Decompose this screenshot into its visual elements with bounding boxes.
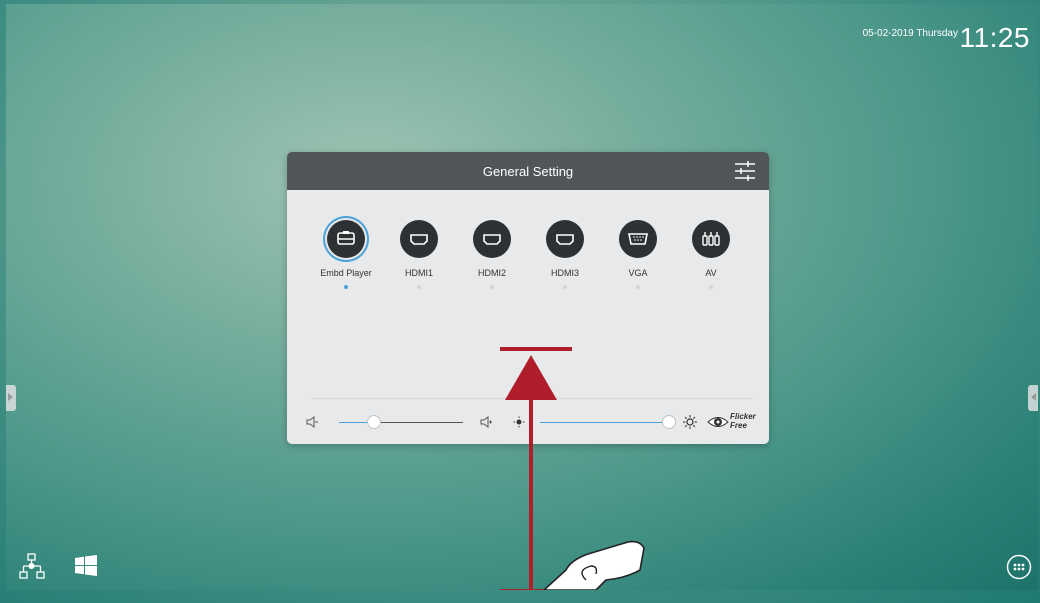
volume-thumb[interactable] [367, 415, 381, 429]
date-label: 05-02-2019 Thursday [862, 28, 958, 39]
volume-slider[interactable] [339, 414, 463, 430]
source-av[interactable]: AV [681, 220, 741, 289]
brightness-thumb[interactable] [662, 415, 676, 429]
page-dot [344, 285, 348, 289]
source-vga[interactable]: VGA [608, 220, 668, 289]
source-label: HDMI1 [404, 268, 433, 278]
source-list: Embd Player HDMI1 HDMI2 HDMI3 VGA AV [287, 220, 769, 300]
brightness-fill [540, 422, 669, 423]
av-icon [692, 220, 730, 258]
hdmi-icon [400, 220, 438, 258]
general-setting-panel: General Setting Embd Player HDMI1 HDMI2 … [287, 152, 769, 444]
panel-header: General Setting [287, 152, 769, 190]
volume-down-icon[interactable] [305, 415, 319, 429]
source-hdmi2[interactable]: HDMI2 [462, 220, 522, 289]
volume-up-icon[interactable] [479, 415, 493, 429]
source-label: HDMI2 [477, 268, 506, 278]
embd-player-icon [327, 220, 365, 258]
desktop-background: 05-02-2019 Thursday 11:25 General Settin… [6, 4, 1038, 590]
pointing-hand-icon [543, 540, 645, 590]
swipe-arrow-line [529, 394, 533, 590]
left-sidebar-tab[interactable] [6, 385, 16, 411]
controls-row: Flicker Free [287, 410, 769, 434]
network-icon[interactable] [18, 552, 46, 580]
chevron-right-icon [8, 393, 13, 401]
eye-icon [707, 417, 729, 427]
apps-menu-icon[interactable] [1006, 554, 1032, 580]
panel-title: General Setting [482, 164, 574, 179]
hdmi-icon [473, 220, 511, 258]
page-dot [490, 285, 494, 289]
flicker-free-logo: Flicker Free [707, 411, 763, 433]
source-label: AV [705, 268, 717, 278]
settings-sliders-icon[interactable] [733, 159, 757, 183]
brightness-slider[interactable] [540, 414, 676, 430]
time-label: 11:25 [959, 22, 1030, 53]
vga-icon [619, 220, 657, 258]
swipe-limit-bar-top [500, 347, 572, 351]
brightness-high-icon[interactable] [683, 415, 697, 429]
right-sidebar-tab[interactable] [1028, 385, 1038, 411]
source-label: VGA [628, 268, 648, 278]
page-dot [636, 285, 640, 289]
source-label: Embd Player [320, 268, 372, 278]
source-label: HDMI3 [550, 268, 579, 278]
hdmi-icon [546, 220, 584, 258]
source-embd-player[interactable]: Embd Player [316, 220, 376, 289]
flicker-free-line2: Free [730, 421, 747, 430]
windows-icon[interactable] [74, 554, 98, 578]
chevron-left-icon [1031, 393, 1036, 401]
brightness-low-icon[interactable] [513, 416, 525, 428]
page-dot [563, 285, 567, 289]
flicker-free-text: Flicker Free [730, 412, 756, 430]
flicker-free-line1: Flicker [730, 412, 756, 421]
page-dot [709, 285, 713, 289]
source-hdmi1[interactable]: HDMI1 [389, 220, 449, 289]
page-dot [417, 285, 421, 289]
source-hdmi3[interactable]: HDMI3 [535, 220, 595, 289]
